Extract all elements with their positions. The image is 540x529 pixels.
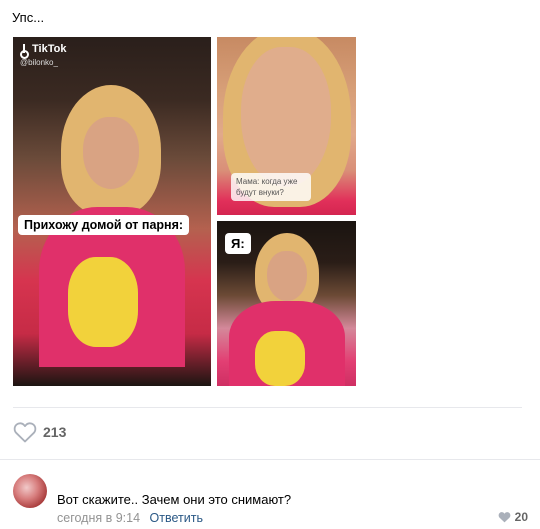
photo-caption: Прихожу домой от парня: bbox=[18, 215, 190, 235]
comment-likes-count: 20 bbox=[514, 510, 528, 524]
photo-caption: Мама: когда уже будут внуки? bbox=[231, 173, 311, 201]
comment: Вот скажите.. Зачем они это снимают? сег… bbox=[13, 474, 528, 529]
divider bbox=[0, 459, 540, 460]
reply-button[interactable]: Ответить bbox=[150, 511, 203, 525]
comment-meta: сегодня в 9:14 Ответить bbox=[57, 511, 203, 525]
face-shape bbox=[83, 117, 139, 189]
print-shape bbox=[68, 257, 138, 347]
divider bbox=[13, 407, 522, 408]
print-shape bbox=[255, 331, 305, 386]
photo-top-right[interactable]: Мама: когда уже будут внуки? bbox=[217, 37, 356, 215]
comment-text: Вот скажите.. Зачем они это снимают? bbox=[57, 492, 292, 507]
photo-bottom-right[interactable]: Я: bbox=[217, 221, 356, 386]
photo-caption: Я: bbox=[225, 233, 251, 254]
post-text: Упс... bbox=[12, 10, 45, 25]
comment-timestamp[interactable]: сегодня в 9:14 bbox=[57, 511, 140, 525]
tiktok-handle: @bilonko_ bbox=[20, 58, 58, 67]
avatar[interactable] bbox=[13, 474, 47, 508]
heart-icon bbox=[498, 512, 511, 523]
photo-main[interactable]: TikTok @bilonko_ Прихожу домой от парня: bbox=[13, 37, 211, 386]
face-shape bbox=[241, 47, 331, 187]
heart-icon bbox=[13, 422, 37, 443]
photo-gallery: TikTok @bilonko_ Прихожу домой от парня:… bbox=[13, 37, 356, 386]
likes-count: 213 bbox=[43, 424, 67, 440]
tiktok-logo: TikTok bbox=[20, 43, 67, 59]
tiktok-icon bbox=[20, 43, 29, 59]
face-shape bbox=[267, 251, 307, 301]
comment-like-button[interactable]: 20 bbox=[498, 510, 528, 524]
like-button[interactable]: 213 bbox=[13, 421, 66, 443]
tiktok-label: TikTok bbox=[32, 43, 67, 55]
